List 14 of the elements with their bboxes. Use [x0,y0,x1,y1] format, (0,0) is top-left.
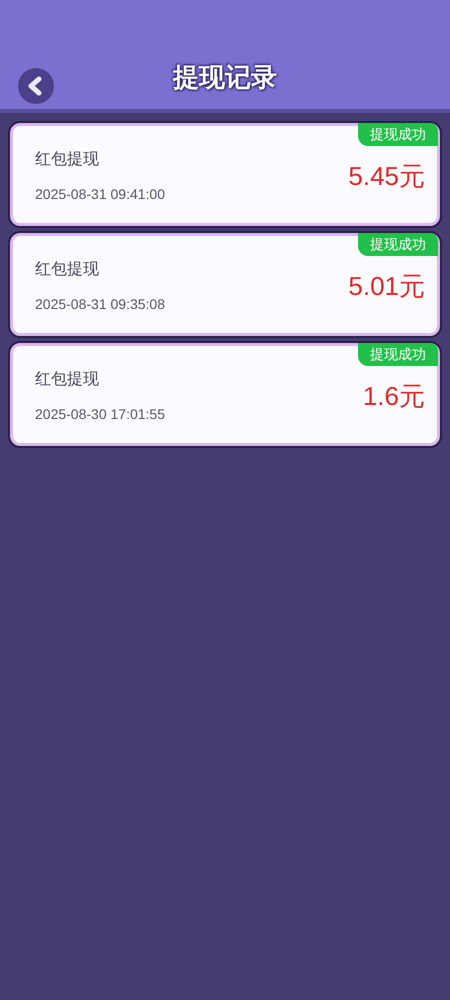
status-badge: 提现成功 [358,123,438,146]
amount-text: 5.01元 [348,270,425,303]
amount-text: 1.6元 [362,380,425,413]
page-title: 提现记录 [173,61,277,94]
status-badge: 提现成功 [358,343,438,366]
record-time: 2025-08-31 09:41:00 [35,185,165,204]
amount-text: 5.45元 [348,160,425,193]
record-time: 2025-08-30 17:01:55 [35,405,165,424]
record-title: 红包提现 [35,260,100,280]
back-button[interactable] [18,68,54,104]
status-badge: 提现成功 [358,233,438,256]
record-title: 红包提现 [35,370,100,390]
record-time: 2025-08-31 09:35:08 [35,295,165,314]
record-title: 红包提现 [35,150,100,170]
